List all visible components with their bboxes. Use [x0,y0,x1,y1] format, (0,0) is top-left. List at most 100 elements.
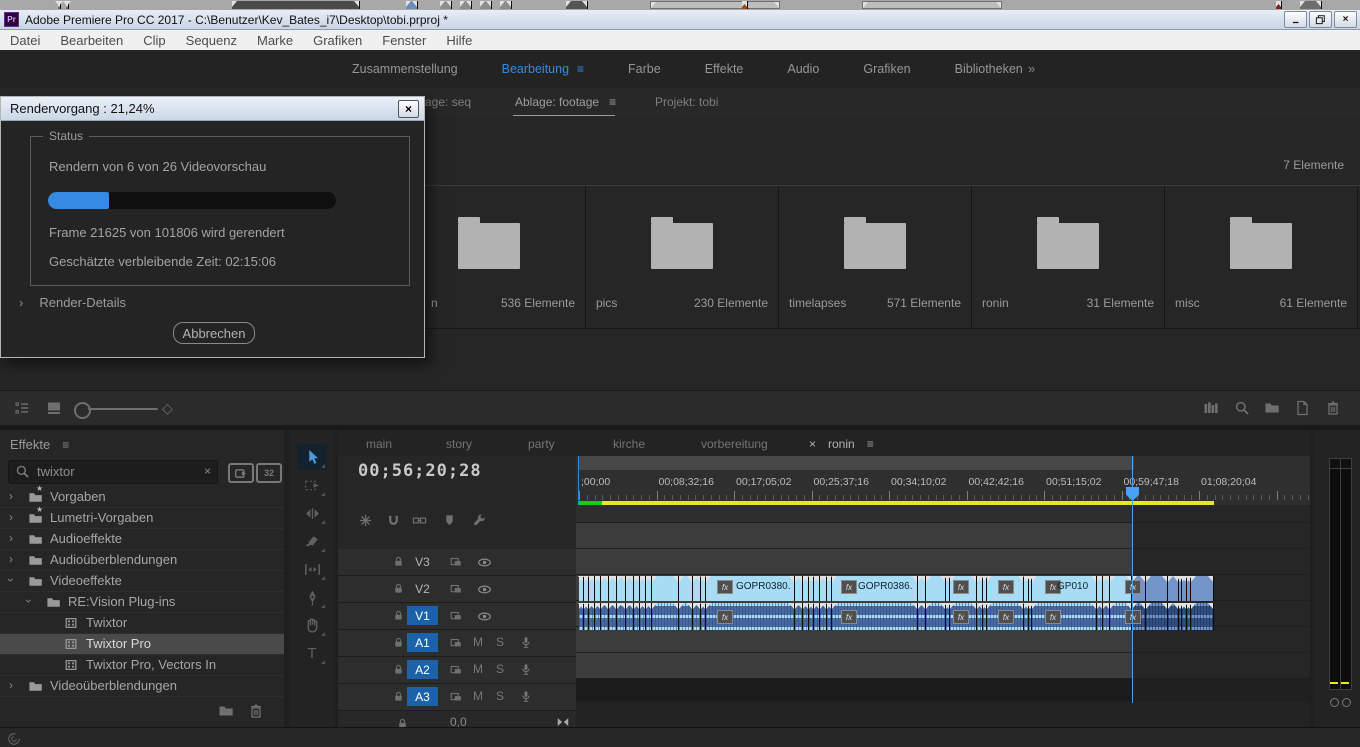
chevron-right-icon[interactable]: › [9,552,13,566]
menu-marke[interactable]: Marke [247,33,303,48]
lock-track-icon[interactable] [392,609,405,622]
panel-menu-icon[interactable]: ≡ [577,62,584,76]
mute-track-button[interactable]: M [473,689,483,703]
fx-badge-icon[interactable]: fx [717,610,733,624]
toggle-track-output-icon[interactable] [477,582,492,597]
lane-A3[interactable] [576,653,1310,679]
lane-A2[interactable] [576,627,1310,653]
audio-clip[interactable] [1032,603,1097,630]
delete-custom-item-icon[interactable] [248,703,264,719]
lane-V2[interactable] [576,549,1310,575]
linked-selection-icon[interactable] [412,513,427,528]
sync-lock-icon[interactable] [449,555,463,569]
new-item-icon[interactable] [1294,400,1310,416]
sort-icon[interactable]: ◇ [162,400,173,417]
sequence-tab-main[interactable]: main [366,437,392,451]
sync-lock-icon[interactable] [449,636,463,650]
dialog-close-button[interactable]: × [398,100,419,118]
chevron-right-icon[interactable]: › [9,531,13,545]
new-custom-bin-icon[interactable] [218,703,234,719]
effects-tree-item[interactable]: ›RE:Vision Plug-ins [0,592,284,613]
folder-item[interactable]: misc61 Elemente [1165,186,1358,328]
workspace-tab-bearbeitung[interactable]: Bearbeitung≡ [480,62,606,76]
selection-tool[interactable] [297,444,327,470]
lock-track-icon[interactable] [392,555,405,568]
icon-view-icon[interactable] [46,400,62,416]
solo-track-button[interactable]: S [496,662,504,676]
video-clip[interactable] [918,576,926,601]
nest-sequences-icon[interactable] [358,513,373,528]
new-bin-icon[interactable] [1264,400,1280,416]
close-tab-icon[interactable]: × [809,437,816,451]
thumbnail-zoom-track[interactable] [88,408,158,410]
effects-tree-item[interactable]: Twixtor Pro [0,634,284,655]
razor-tool[interactable] [297,528,327,554]
render-details-expander[interactable]: ›Render-Details [19,295,126,310]
clear-search-icon[interactable]: × [204,464,211,478]
video-clip[interactable] [601,576,609,601]
chevron-right-icon[interactable]: › [9,489,13,503]
menu-hilfe[interactable]: Hilfe [436,33,482,48]
audio-clip[interactable] [652,603,679,630]
effects-tree-item[interactable]: ›Audioeffekte [0,529,284,550]
effects-tree-item[interactable]: ›★Lumetri-Vorgaben [0,508,284,529]
folder-item[interactable]: pics230 Elemente [586,186,779,328]
sequence-tab-story[interactable]: story [446,437,472,451]
video-clip[interactable] [609,576,617,601]
chevron-down-icon[interactable]: › [22,599,36,603]
track-select-forward-tool[interactable] [297,472,327,498]
workspace-tab-effekte[interactable]: Effekte [683,62,766,76]
sequence-tab-ronin[interactable]: ×ronin≡ [809,437,874,451]
chevron-right-icon[interactable]: › [9,678,13,692]
folder-item[interactable]: timelapses571 Elemente [779,186,972,328]
type-tool[interactable]: T [297,640,327,666]
fx-badge-icon[interactable]: fx [717,580,733,594]
menu-grafiken[interactable]: Grafiken [303,33,372,48]
menu-fenster[interactable]: Fenster [372,33,436,48]
video-clip[interactable] [617,576,626,601]
restore-button[interactable] [1309,11,1332,28]
32bit-effects-badge[interactable]: 32 [256,463,282,483]
voiceover-record-icon[interactable] [519,689,533,703]
video-clip[interactable] [1103,576,1110,601]
chevron-right-icon[interactable]: › [9,510,13,524]
lock-track-icon[interactable] [392,582,405,595]
solo-track-button[interactable]: S [496,635,504,649]
audio-clip[interactable] [795,603,803,630]
workspace-tab-audio[interactable]: Audio [765,62,841,76]
fx-badge-icon[interactable]: fx [1045,610,1061,624]
lane-V3[interactable] [576,523,1310,549]
mute-track-button[interactable]: M [473,635,483,649]
track-target-A1[interactable]: A1 [407,633,438,652]
search-input[interactable] [35,463,189,480]
effects-tree-item[interactable]: Twixtor Pro, Vectors In [0,655,284,676]
video-clip[interactable] [1191,576,1214,601]
minimize-button[interactable] [1284,11,1307,28]
fx-badge-icon[interactable]: fx [1125,580,1141,594]
track-target-V3[interactable]: V3 [407,552,438,571]
audio-clip-band[interactable]: fxfxfxfxfxfx [579,603,1214,630]
hand-tool[interactable] [297,612,327,638]
panel-menu-icon[interactable]: ≡ [867,437,874,451]
video-clip[interactable] [626,576,634,601]
workspace-tab-zusammenstellung[interactable]: Zusammenstellung [330,62,480,76]
menu-clip[interactable]: Clip [133,33,175,48]
track-target-V1[interactable]: V1 [407,606,438,625]
workspace-overflow-icon[interactable]: » [1028,61,1035,76]
work-area-bar[interactable] [576,456,1310,470]
video-clip[interactable] [679,576,693,601]
automate-to-sequence-icon[interactable] [1203,400,1219,416]
audio-clip[interactable] [617,603,626,630]
effects-tree-item[interactable]: ›Videoeffekte [0,571,284,592]
chevron-down-icon[interactable]: › [4,578,18,582]
track-target-A2[interactable]: A2 [407,660,438,679]
project-tab-2[interactable]: Ablage: footage≡ [515,95,616,109]
audio-clip[interactable] [626,603,634,630]
thumbnail-zoom-slider[interactable] [74,402,91,419]
fx-badge-icon[interactable]: fx [998,580,1014,594]
sequence-tab-kirche[interactable]: kirche [613,437,645,451]
fx-badge-icon[interactable]: fx [1125,610,1141,624]
menu-sequenz[interactable]: Sequenz [176,33,247,48]
audio-clip[interactable] [1103,603,1110,630]
voiceover-record-icon[interactable] [519,662,533,676]
